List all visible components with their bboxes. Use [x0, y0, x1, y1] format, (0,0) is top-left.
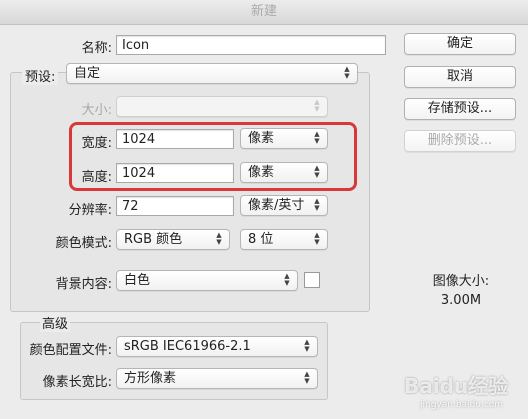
background-value: 白色	[124, 273, 151, 288]
height-input[interactable]: 1024	[116, 163, 234, 183]
chevron-updown-icon: ▲ ▼	[314, 98, 320, 113]
height-label: 高度:	[81, 170, 112, 185]
color-profile-value: sRGB IEC61966-2.1	[124, 339, 251, 354]
size-label: 大小:	[81, 103, 112, 118]
chevron-updown-icon: ▲ ▼	[314, 130, 320, 145]
color-mode-select[interactable]: RGB 颜色 ▲ ▼	[116, 229, 230, 250]
width-unit-select[interactable]: 像素 ▲ ▼	[240, 128, 328, 149]
color-profile-label: 颜色配置文件:	[29, 343, 112, 358]
preset-select[interactable]: 自定 ▲ ▼	[66, 63, 358, 84]
pixel-aspect-value: 方形像素	[124, 371, 177, 386]
chevron-updown-icon: ▲ ▼	[314, 164, 320, 179]
background-select[interactable]: 白色 ▲ ▼	[116, 270, 298, 291]
width-label: 宽度:	[81, 136, 112, 151]
pixel-aspect-label: 像素长宽比:	[42, 375, 112, 390]
height-unit-select[interactable]: 像素 ▲ ▼	[240, 162, 328, 183]
image-size-label: 图像大小:	[432, 274, 490, 289]
chevron-updown-icon: ▲ ▼	[344, 65, 350, 80]
color-mode-label: 颜色模式:	[55, 236, 112, 251]
background-label: 背景内容:	[55, 277, 112, 292]
chevron-updown-icon: ▲ ▼	[314, 197, 320, 212]
name-input[interactable]: Icon	[116, 35, 386, 55]
bit-depth-select[interactable]: 8 位 ▲ ▼	[240, 229, 328, 250]
background-color-swatch[interactable]	[304, 272, 320, 288]
baidu-watermark-url: jingyan.baidu.com	[420, 400, 504, 410]
delete-preset-button: 删除预设...	[404, 130, 516, 152]
resolution-unit-select[interactable]: 像素/英寸 ▲ ▼	[240, 195, 328, 216]
name-label: 名称:	[81, 41, 112, 56]
pixel-aspect-select[interactable]: 方形像素 ▲ ▼	[116, 368, 318, 389]
color-profile-select[interactable]: sRGB IEC61966-2.1 ▲ ▼	[116, 336, 318, 357]
preset-value: 自定	[74, 66, 101, 81]
advanced-title: 高级	[40, 313, 71, 332]
width-unit-value: 像素	[248, 131, 275, 146]
cancel-button[interactable]: 取消	[404, 66, 516, 88]
size-select: ▲ ▼	[116, 96, 328, 117]
chevron-updown-icon: ▲ ▼	[284, 272, 290, 287]
window-titlebar: 新建	[0, 0, 528, 25]
preset-label: 预设:	[22, 66, 59, 85]
resolution-unit-value: 像素/英寸	[248, 198, 305, 213]
chevron-updown-icon: ▲ ▼	[216, 231, 222, 246]
chevron-updown-icon: ▲ ▼	[304, 338, 310, 353]
chevron-updown-icon: ▲ ▼	[314, 231, 320, 246]
color-mode-value: RGB 颜色	[124, 232, 183, 247]
resolution-input[interactable]: 72	[116, 196, 234, 216]
width-input[interactable]: 1024	[116, 129, 234, 149]
bit-depth-value: 8 位	[248, 232, 274, 247]
ok-button[interactable]: 确定	[404, 33, 516, 55]
image-size-value: 3.00M	[440, 293, 482, 308]
baidu-watermark-logo: Baidu经验	[404, 374, 509, 398]
resolution-label: 分辨率:	[68, 203, 112, 218]
chevron-updown-icon: ▲ ▼	[304, 370, 310, 385]
window-title: 新建	[250, 4, 277, 19]
save-preset-button[interactable]: 存储预设...	[404, 98, 516, 120]
height-unit-value: 像素	[248, 165, 275, 180]
